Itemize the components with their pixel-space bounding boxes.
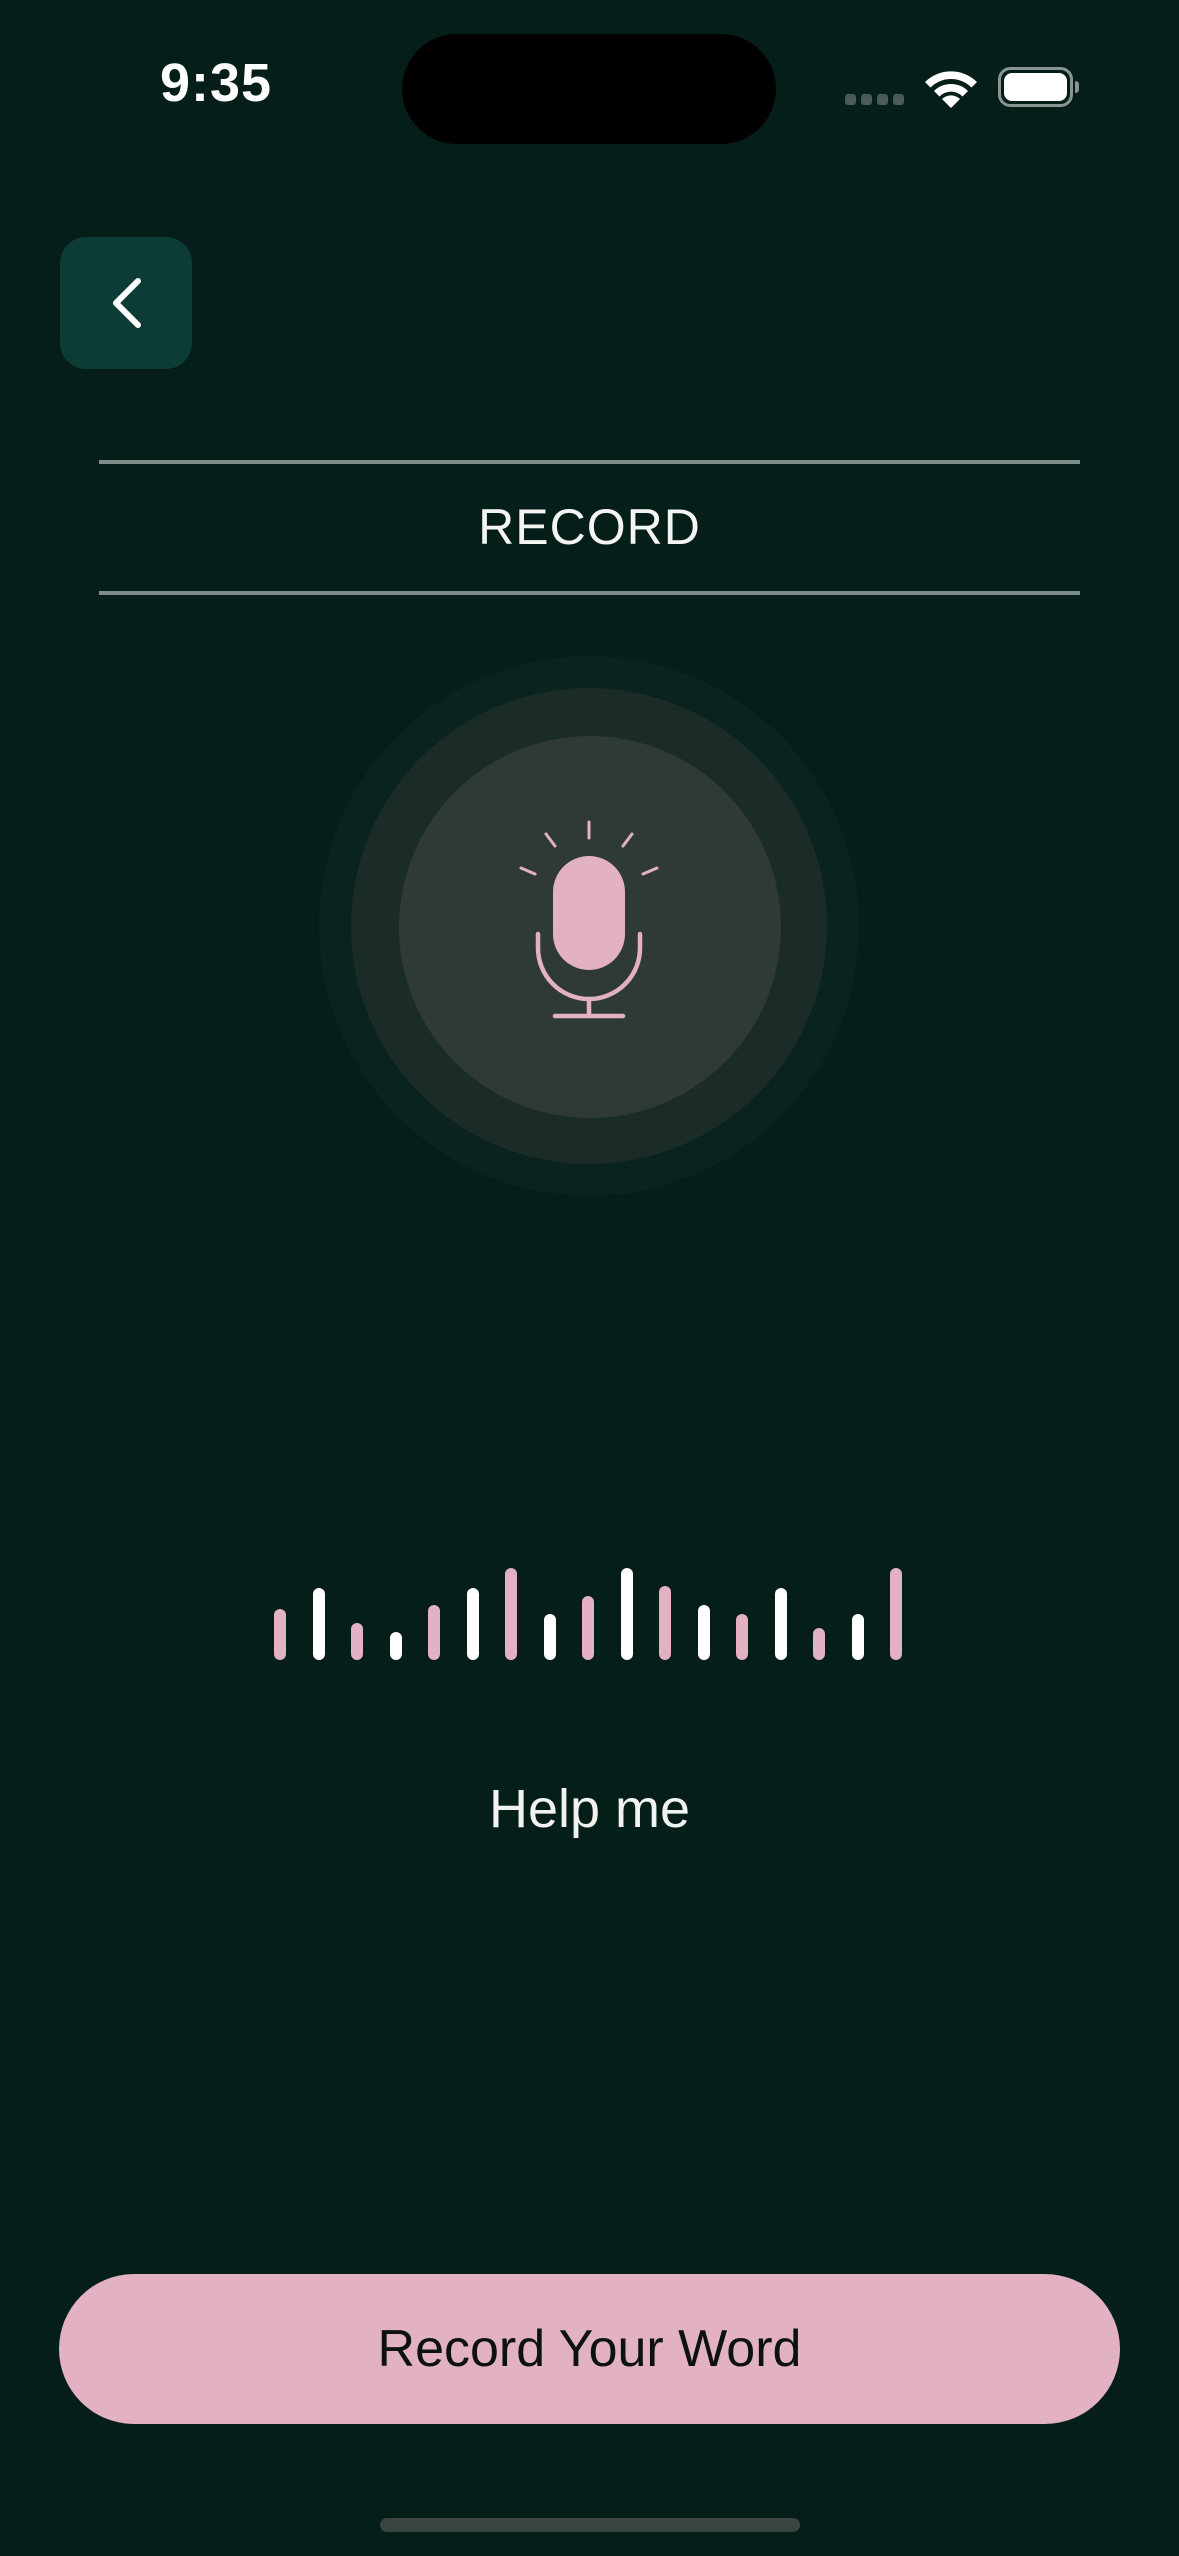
waveform-bar [582, 1596, 594, 1660]
waveform-bar [852, 1614, 864, 1660]
back-button[interactable] [60, 237, 192, 369]
waveform-bar [544, 1614, 556, 1660]
status-bar: 9:35 [0, 0, 1179, 180]
waveform-bar [274, 1609, 286, 1660]
waveform-bar [428, 1605, 440, 1660]
status-time: 9:35 [160, 53, 273, 113]
waveform-bar [813, 1628, 825, 1660]
waveform-bar [351, 1623, 363, 1660]
waveform-bar [505, 1568, 517, 1660]
wifi-icon [925, 71, 977, 108]
cellular-signal-icon [845, 94, 905, 108]
microphone-icon [519, 820, 659, 1019]
dynamic-island [402, 34, 776, 144]
home-indicator [380, 2518, 800, 2532]
transcript-text: Help me [488, 1779, 691, 1839]
record-word-button[interactable]: Record Your Word [59, 2274, 1120, 2424]
waveform-bar [621, 1568, 633, 1660]
chevron-left-icon [113, 278, 141, 328]
waveform-bar [313, 1588, 325, 1660]
waveform-bar [736, 1614, 748, 1660]
waveform-bar [775, 1588, 787, 1660]
waveform-bar [467, 1588, 479, 1660]
waveform-bar [890, 1568, 902, 1660]
battery-icon [998, 67, 1079, 107]
waveform-bar [659, 1586, 671, 1660]
page-title: RECORD [478, 499, 701, 555]
waveform-bar [698, 1605, 710, 1660]
waveform-bar [390, 1632, 402, 1660]
audio-waveform [270, 1560, 910, 1660]
title-divider-top [99, 460, 1080, 464]
title-divider-bottom [99, 591, 1080, 595]
